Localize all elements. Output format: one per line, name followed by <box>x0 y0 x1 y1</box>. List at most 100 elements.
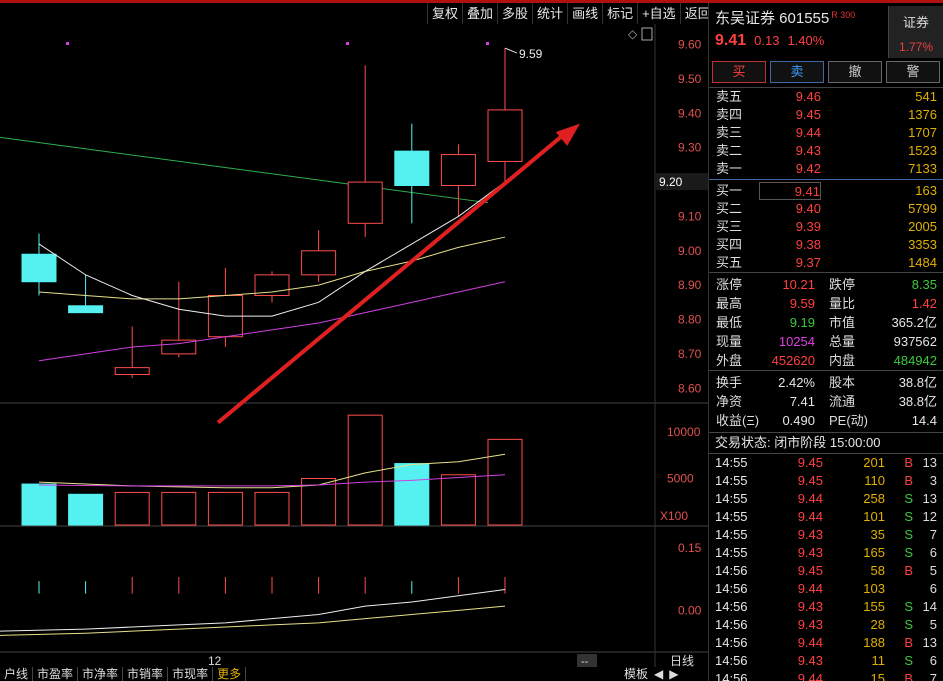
stat-label: 股本 <box>829 375 856 390</box>
stat-value: 937562 <box>893 334 937 349</box>
tick-row[interactable]: 14:56 9.44 103 6 <box>709 580 943 598</box>
stat-value: 8.35 <box>911 277 937 292</box>
mark-button[interactable]: 标记 <box>602 3 637 24</box>
tick-list[interactable]: 14:55 9.45 201 B 13 14:55 9.45 110 B 3 14:55 9.44 25… <box>709 453 943 681</box>
stat-value: 365.2亿 <box>891 315 937 330</box>
multi-stock-button[interactable]: 多股 <box>497 3 532 24</box>
stat-value: 10254 <box>778 334 815 349</box>
stat-value: 7.41 <box>789 394 815 409</box>
tick-price: 9.43 <box>797 545 823 560</box>
bid-row[interactable]: 买四 9.38 3353 <box>709 236 943 254</box>
kline-chart[interactable]: 9.59 9.60 9.50 9.40 9.30 9.20 9.10 9.00 8.90 8.8… <box>0 24 708 667</box>
tick-row[interactable]: 14:55 9.43 35 S 7 <box>709 526 943 544</box>
indicator-panel: 0.15 0.00 12 -- 日线 <box>0 541 702 667</box>
stat-value: 0.490 <box>782 413 815 428</box>
alert-button[interactable]: 警 <box>886 61 940 83</box>
price-tick-label: 9.40 <box>678 106 702 120</box>
ask-row[interactable]: 卖四 9.45 1376 <box>709 106 943 124</box>
price-tick-label: 9.60 <box>678 38 702 52</box>
ask-label: 卖四 <box>716 107 743 122</box>
tick-price: 9.43 <box>797 653 823 668</box>
tab-pcf[interactable]: 市现率 <box>168 667 214 681</box>
price-tick-label: 8.60 <box>678 381 702 395</box>
last-price: 9.41 <box>715 32 747 49</box>
bid-row[interactable]: 买五 9.37 1484 <box>709 254 943 272</box>
sector-box[interactable]: 证券 1.77% <box>888 6 943 58</box>
ask-label: 卖五 <box>716 89 743 104</box>
ask-row[interactable]: 卖三 9.44 1707 <box>709 124 943 142</box>
tab-kline-type[interactable]: 户线 <box>0 667 34 681</box>
stat-value: 38.8亿 <box>898 394 937 409</box>
tick-price: 9.43 <box>797 617 823 632</box>
panel-toggle-icon <box>641 27 653 41</box>
tab-ps[interactable]: 市销率 <box>123 667 169 681</box>
candle-body <box>440 154 476 187</box>
stat-row: 最低 9.19 市值 365.2亿 <box>709 313 943 332</box>
bid-label: 买三 <box>716 219 743 234</box>
tick-volume: 110 <box>864 473 885 488</box>
stat-label: 市值 <box>829 315 856 330</box>
tick-volume: 101 <box>863 509 885 524</box>
ask-row[interactable]: 卖五 9.46 541 <box>709 88 943 106</box>
scroll-right-button[interactable]: ▶ <box>669 667 678 681</box>
bid-row[interactable]: 买三 9.39 2005 <box>709 218 943 236</box>
bid-price: 9.38 <box>795 237 821 252</box>
cancel-order-button[interactable]: 撤 <box>828 61 882 83</box>
stat-value: 484942 <box>893 353 937 368</box>
tick-row[interactable]: 14:55 9.45 201 B 13 <box>709 454 943 472</box>
stat-row: 外盘 452620 内盘 484942 <box>709 351 943 370</box>
tick-side: S <box>904 653 913 668</box>
volume-tick-label: 5000 <box>667 471 694 485</box>
bid-row[interactable]: 买二 9.40 5799 <box>709 200 943 218</box>
tick-row[interactable]: 14:55 9.44 258 S 13 <box>709 490 943 508</box>
add-watchlist-button[interactable]: +自选 <box>637 3 680 24</box>
stats-table: 涨停 10.21 跌停 8.35 最高 9.59 量比 1.42 最低 9.19 市值 365.2亿现… <box>709 272 943 370</box>
stat-row: 涨停 10.21 跌停 8.35 <box>709 275 943 294</box>
overlay-button[interactable]: 叠加 <box>462 3 497 24</box>
buy-button[interactable]: 买 <box>712 61 766 83</box>
event-marker-dot <box>66 42 69 45</box>
tab-more[interactable]: 更多 <box>213 667 247 681</box>
tick-side: S <box>904 509 913 524</box>
tick-row[interactable]: 14:56 9.43 11 S 6 <box>709 652 943 670</box>
tick-row[interactable]: 14:56 9.43 155 S 14 <box>709 598 943 616</box>
tick-time: 14:55 <box>715 545 748 560</box>
bid-row[interactable]: 买一 9.41 163 <box>709 182 943 200</box>
tick-time: 14:56 <box>715 563 748 578</box>
scroll-left-button[interactable]: ◀ <box>654 667 663 681</box>
tick-row[interactable]: 14:56 9.45 58 B 5 <box>709 562 943 580</box>
statistics-button[interactable]: 统计 <box>532 3 567 24</box>
ask-volume: 1523 <box>908 143 937 158</box>
ask-row[interactable]: 卖一 9.42 7133 <box>709 160 943 178</box>
template-button[interactable]: 模板 <box>624 667 648 681</box>
tab-pe[interactable]: 市盈率 <box>33 667 79 681</box>
tick-row[interactable]: 14:55 9.45 110 B 3 <box>709 472 943 490</box>
tick-row[interactable]: 14:56 9.44 15 B 7 <box>709 670 943 681</box>
stat-value: 452620 <box>771 353 815 368</box>
tick-time: 14:55 <box>715 473 748 488</box>
stat-row: 净资 7.41 流通 38.8亿 <box>709 392 943 411</box>
tick-row[interactable]: 14:55 9.43 165 S 6 <box>709 544 943 562</box>
tick-row[interactable]: 14:56 9.43 28 S 5 <box>709 616 943 634</box>
tick-row[interactable]: 14:56 9.44 188 B 13 <box>709 634 943 652</box>
tick-side: S <box>904 491 913 506</box>
tick-count: 7 <box>929 527 937 542</box>
bid-volume: 1484 <box>908 255 937 270</box>
tick-volume: 28 <box>870 617 885 632</box>
tick-side: S <box>904 599 913 614</box>
tick-time: 14:55 <box>715 455 748 470</box>
ask-row[interactable]: 卖二 9.43 1523 <box>709 142 943 160</box>
restore-rights-button[interactable]: 复权 <box>427 3 462 24</box>
bid-label: 买二 <box>716 201 743 216</box>
ask-price: 9.42 <box>795 161 821 176</box>
tick-time: 14:56 <box>715 671 748 681</box>
tick-price: 9.45 <box>797 455 823 470</box>
bid-price: 9.39 <box>795 219 821 234</box>
tick-volume: 35 <box>870 527 885 542</box>
tick-side: B <box>904 473 913 488</box>
tick-row[interactable]: 14:55 9.44 101 S 12 <box>709 508 943 526</box>
draw-line-button[interactable]: 画线 <box>567 3 602 24</box>
tab-pb[interactable]: 市净率 <box>78 667 124 681</box>
stat-label: 内盘 <box>829 353 856 368</box>
sell-button[interactable]: 卖 <box>770 61 824 83</box>
